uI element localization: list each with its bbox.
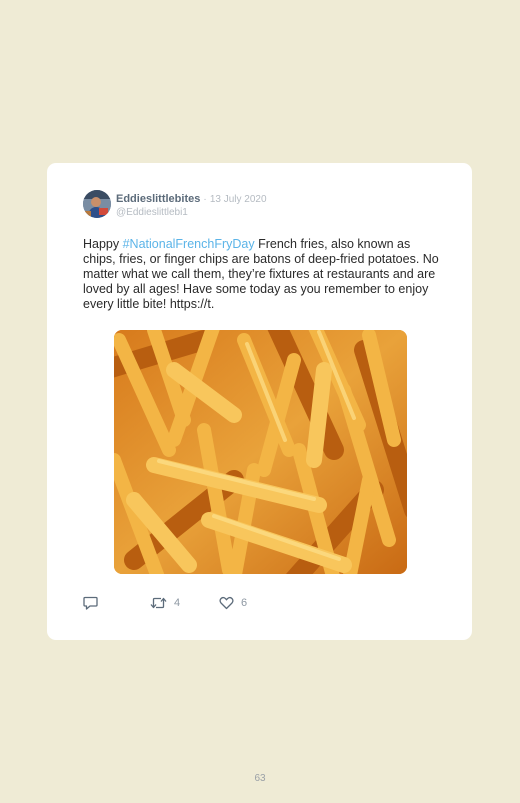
reply-icon [83,596,98,610]
retweet-button[interactable]: 4 [150,595,180,611]
like-count: 6 [241,597,248,609]
tweet-text-intro: Happy [83,237,123,251]
tweet-date[interactable]: 13 July 2020 [210,194,267,205]
tweet-image-french-fries[interactable] [114,330,407,574]
heart-icon [219,596,234,610]
tweet-card: Eddieslittlebites · 13 July 2020 @Eddies… [47,163,472,640]
retweet-count: 4 [174,597,181,609]
hashtag-link[interactable]: #NationalFrenchFryDay [123,237,255,251]
avatar[interactable] [83,190,111,218]
reply-button[interactable] [83,595,98,611]
like-button[interactable]: 6 [219,595,247,611]
tweet-header: Eddieslittlebites · 13 July 2020 [116,192,267,207]
tweet-text: Happy #NationalFrenchFryDay French fries… [83,237,443,312]
page-number: 63 [254,773,266,784]
display-name[interactable]: Eddieslittlebites [116,193,200,205]
tweet-actions: 4 6 [83,595,383,611]
header-separator: · [203,194,207,205]
user-handle[interactable]: @Eddieslittlebi1 [116,206,188,219]
retweet-icon [150,596,167,610]
